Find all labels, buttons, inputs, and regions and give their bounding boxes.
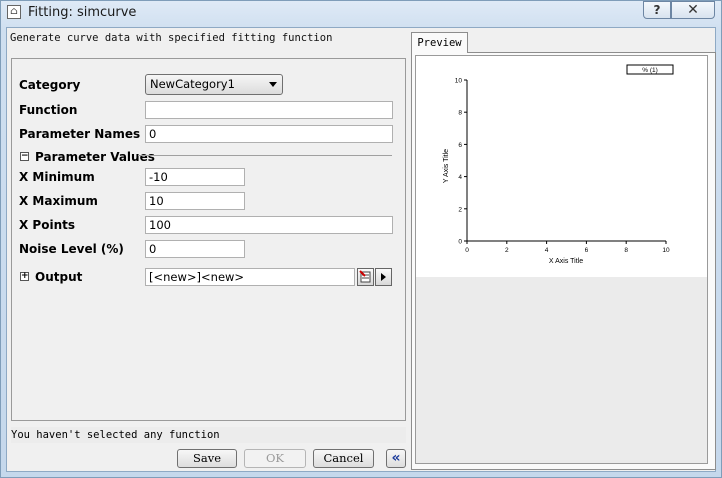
y-tick-label: 6 xyxy=(458,142,462,149)
y-tick-label: 4 xyxy=(458,174,462,181)
preview-graph-svg: % (1) 0 2 4 6 8 10 0 2 4 6 8 10 X Axis Title Y Axi… xyxy=(443,64,674,265)
category-label: Category xyxy=(19,78,81,92)
y-axis-ticks: 0 2 4 6 8 10 xyxy=(455,78,467,246)
preview-graph: % (1) 0 2 4 6 8 10 0 2 4 6 8 10 X Axis Title Y Axi… xyxy=(416,56,707,277)
expand-toggle-icon[interactable]: + xyxy=(20,272,29,281)
help-button[interactable]: ? xyxy=(643,1,671,19)
parameter-names-input[interactable]: 0 xyxy=(145,125,393,143)
x-tick-label: 10 xyxy=(662,247,670,254)
save-button[interactable]: Save xyxy=(177,449,237,468)
close-button[interactable]: ✕ xyxy=(671,1,715,19)
group-separator xyxy=(138,155,392,156)
collapse-toggle-icon[interactable]: − xyxy=(20,152,29,161)
output-label: Output xyxy=(35,270,83,284)
x-points-input[interactable]: 100 xyxy=(145,216,393,234)
x-tick-label: 2 xyxy=(505,247,509,254)
category-select[interactable]: NewCategory1 xyxy=(145,74,283,95)
noise-level-label: Noise Level (%) xyxy=(19,242,124,256)
x-tick-label: 8 xyxy=(624,247,628,254)
legend-label: % (1) xyxy=(642,67,658,74)
parameter-values-heading: Parameter Values xyxy=(35,150,155,164)
output-input[interactable]: [<new>]<new> xyxy=(145,268,355,286)
dialog-description: Generate curve data with specified fitti… xyxy=(10,32,333,44)
y-tick-label: 8 xyxy=(458,110,462,117)
x-maximum-label: X Maximum xyxy=(19,194,98,208)
parameter-names-label: Parameter Names xyxy=(19,127,141,141)
x-points-label: X Points xyxy=(19,218,76,232)
y-axis-title: Y Axis Title xyxy=(443,149,450,183)
output-menu-button[interactable] xyxy=(375,268,392,286)
x-maximum-input[interactable]: 10 xyxy=(145,192,245,210)
y-tick-label: 2 xyxy=(458,206,462,213)
status-message: You haven't selected any function xyxy=(11,427,406,443)
noise-level-input[interactable]: 0 xyxy=(145,240,245,258)
collapse-panel-button[interactable]: « xyxy=(386,449,406,468)
window-title: Fitting: simcurve xyxy=(28,5,137,20)
x-axis-title: X Axis Title xyxy=(549,258,583,265)
y-tick-label: 0 xyxy=(458,239,462,246)
triangle-right-icon xyxy=(381,273,386,281)
range-picker-button[interactable] xyxy=(357,268,374,286)
x-tick-label: 0 xyxy=(465,247,469,254)
y-tick-label: 10 xyxy=(455,78,463,85)
title-bar: ⌂ Fitting: simcurve ? ✕ xyxy=(1,1,721,25)
x-tick-label: 6 xyxy=(585,247,589,254)
app-icon: ⌂ xyxy=(7,5,21,19)
x-tick-label: 4 xyxy=(545,247,549,254)
tab-preview[interactable]: Preview xyxy=(411,32,468,53)
function-label: Function xyxy=(19,103,78,117)
category-select-value: NewCategory1 xyxy=(150,77,235,91)
function-input[interactable] xyxy=(145,101,393,119)
chevron-down-icon xyxy=(269,82,277,87)
x-minimum-label: X Minimum xyxy=(19,170,95,184)
cancel-button[interactable]: Cancel xyxy=(313,449,374,468)
x-minimum-input[interactable]: -10 xyxy=(145,168,245,186)
x-axis-ticks: 0 2 4 6 8 10 xyxy=(465,241,670,254)
ok-button[interactable]: OK xyxy=(244,449,306,468)
range-picker-icon xyxy=(359,270,371,283)
